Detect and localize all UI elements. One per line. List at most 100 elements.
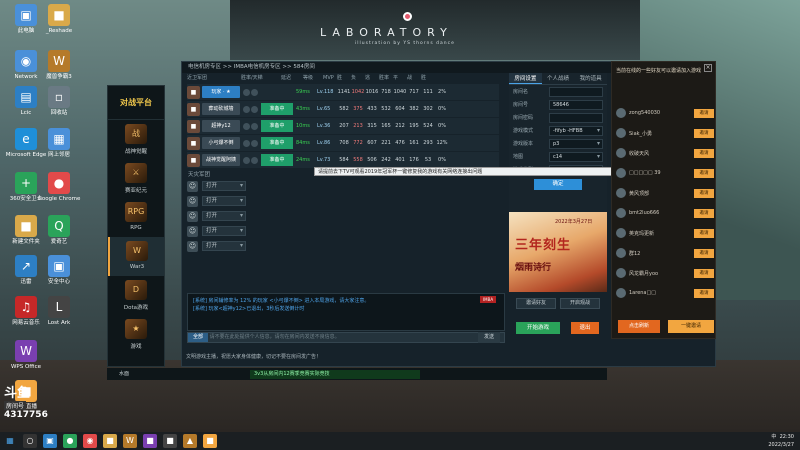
desktop-icon[interactable]: ▫ 回收站	[36, 86, 82, 117]
invite-all-button[interactable]: 一键邀请	[668, 320, 714, 333]
sidebar-item[interactable]: ⚔ 赛亚纪元	[108, 159, 164, 198]
settings-value[interactable]: -fifyb -HFBB	[549, 125, 603, 136]
empty-slot[interactable]: ☺ 打开	[187, 195, 499, 207]
send-button[interactable]: 发送	[478, 332, 500, 343]
empty-slot[interactable]: ☺ 打开	[187, 210, 499, 222]
user-name[interactable]: 水面	[107, 371, 129, 377]
desktop-icon-glyph: ■	[15, 215, 37, 237]
player-stat: 1040	[393, 89, 407, 95]
settings-row: 房间号 58646	[509, 98, 607, 111]
search-icon[interactable]: ○	[23, 434, 37, 448]
ready-badge: 准备中	[261, 103, 293, 115]
wechat-icon[interactable]: ●	[63, 434, 77, 448]
game-sidebar: 对战平台 战战神觉醒 ⚔ 赛亚纪元 RPG RPG W War3 D Dota游戏 ★ 游戏	[107, 85, 165, 367]
warcraft-icon[interactable]: W	[123, 434, 137, 448]
settings-value[interactable]: c14	[549, 151, 603, 162]
desktop-icon[interactable]: L Lost Ark	[36, 296, 82, 327]
slot-dropdown[interactable]: 打开	[202, 226, 246, 236]
settings-key: 房间名	[513, 89, 529, 95]
slot-dropdown[interactable]: 打开	[202, 181, 246, 191]
friend-avatar	[616, 228, 626, 238]
invite-button[interactable]: 邀请	[694, 248, 714, 258]
stream-logo: 斗鱼	[4, 386, 31, 401]
invite-button[interactable]: 邀请	[694, 128, 714, 138]
start-game-button[interactable]: 开始游戏	[516, 322, 560, 334]
desktop-icon[interactable]: ■ _Reshade	[36, 4, 82, 35]
desktop-icon[interactable]: W WPS Office	[3, 340, 49, 371]
settings-value[interactable]: 58646	[549, 99, 603, 110]
app-icon[interactable]: ■	[163, 434, 177, 448]
slot-dropdown[interactable]: 打开	[202, 211, 246, 221]
team2-label: 天灾军团	[188, 172, 211, 178]
task-view-icon[interactable]: ▣	[43, 434, 57, 448]
system-tray[interactable]: 中 22:30 2022/3/27	[768, 433, 794, 449]
invite-friends-button[interactable]: 邀请好友	[516, 298, 556, 309]
empty-slot[interactable]: ☺ 打开	[187, 225, 499, 237]
invite-button[interactable]: 邀请	[694, 108, 714, 118]
desktop-icon-label: 魔兽争霸3	[46, 74, 72, 80]
desktop-icon[interactable]: ● Google Chrome	[36, 172, 82, 203]
user-icon: ☺	[187, 240, 198, 252]
desktop-icon-label: 迅雷	[20, 279, 32, 285]
tab-room-settings[interactable]: 房间设置	[509, 73, 542, 84]
player-name[interactable]: 葬动砍城墙	[202, 103, 240, 115]
exit-room-button[interactable]: 退出	[571, 322, 599, 334]
refresh-button[interactable]: 点击刷新	[618, 320, 660, 333]
desktop-icon[interactable]: ▣ 安全中心	[36, 255, 82, 286]
platform-logo[interactable]: 对战平台	[108, 86, 164, 120]
slot-dropdown[interactable]: 打开	[202, 241, 246, 251]
sidebar-item[interactable]: RPG RPG	[108, 198, 164, 237]
desktop-icon[interactable]: Q 爱奇艺	[36, 215, 82, 246]
chrome-icon[interactable]: ◉	[83, 434, 97, 448]
settings-value[interactable]	[549, 112, 603, 123]
chat-input[interactable]: 全部 请不要在此处提供个人信息，请勿在房间内发送不良信息。	[187, 332, 505, 343]
player-row[interactable]: ■ 战神觉醒阿姨 准备中 24ms Lv.73 584 558 506 242 401 176 53 0…	[187, 152, 499, 168]
desktop-icon[interactable]: ▦ 网上邻居	[36, 128, 82, 159]
platform-icon[interactable]: ▲	[183, 434, 197, 448]
player-stat: 532	[381, 106, 391, 112]
slot-dropdown[interactable]: 打开	[202, 196, 246, 206]
sidebar-item-label: 战神觉醒	[124, 149, 147, 155]
ime-indicator[interactable]: 中	[771, 434, 776, 440]
desktop-icon-glyph: ●	[48, 172, 70, 194]
settings-value[interactable]	[549, 86, 603, 97]
player-row[interactable]: ■ 葬动砍城墙 准备中 43ms Lv.65 582 375 433 532 604 382 302 0…	[187, 101, 499, 117]
player-row[interactable]: ■ 玩家 · ★ 59ms Lv.118 1141 1042 1016 718 1040 717 1…	[187, 84, 499, 100]
invite-button[interactable]: 邀请	[694, 208, 714, 218]
sidebar-item[interactable]: 战战神觉醒	[108, 120, 164, 159]
player-stat: 772	[353, 140, 363, 146]
desktop-icon[interactable]: W 魔兽争霸3	[36, 50, 82, 81]
confirm-settings-button[interactable]: 确定	[534, 179, 582, 190]
sidebar-item[interactable]: D Dota游戏	[108, 276, 164, 315]
close-icon[interactable]: ×	[704, 64, 712, 72]
promo-banner[interactable]: 2022年3月27日 三年刻生 烟雨诗行	[509, 212, 607, 292]
invite-button[interactable]: 邀请	[694, 288, 714, 298]
tab-items[interactable]: 我的道具	[574, 73, 607, 84]
empty-slot[interactable]: ☺ 打开	[187, 180, 499, 192]
invite-button[interactable]: 邀请	[694, 168, 714, 178]
player-row[interactable]: ■ 小弓爆不倒 准备中 84ms Lv.86 708 772 607 221 476 161 293 1…	[187, 135, 499, 151]
player-name[interactable]: 战神觉醒阿姨	[202, 154, 240, 166]
invite-button[interactable]: 邀请	[694, 228, 714, 238]
settings-value[interactable]: p3	[549, 138, 603, 149]
invite-button[interactable]: 邀请	[694, 148, 714, 158]
douyu-icon[interactable]: ■	[203, 434, 217, 448]
player-name[interactable]: 小弓爆不倒	[202, 137, 240, 149]
invite-button[interactable]: 邀请	[694, 268, 714, 278]
invite-button[interactable]: 邀请	[694, 188, 714, 198]
player-stat: 195	[409, 123, 419, 129]
player-name[interactable]: 超神y12	[202, 120, 240, 132]
empty-slot[interactable]: ☺ 打开	[187, 240, 499, 252]
folder-icon[interactable]: ■	[103, 434, 117, 448]
chat-channel-select[interactable]: 全部	[188, 333, 208, 342]
spectate-toggle-button[interactable]: 开启观战	[560, 298, 600, 309]
tab-stats[interactable]: 个人战绩	[542, 73, 575, 84]
sidebar-item[interactable]: W War3	[108, 237, 164, 276]
player-name[interactable]: 玩家 · ★	[202, 86, 240, 98]
player-row[interactable]: ■ 超神y12 准备中 10ms Lv.36 207 213 315 165 212 195 524 0…	[187, 118, 499, 134]
desktop-icon-glyph: ▫	[48, 86, 70, 108]
start-icon[interactable]: ▦	[3, 434, 17, 448]
tooltip: 请提前去下TV可观看2019年冠军杯一键修复我的游戏有关网络连接出问题	[314, 167, 638, 176]
app-icon[interactable]: ■	[143, 434, 157, 448]
sidebar-item[interactable]: ★ 游戏	[108, 315, 164, 354]
